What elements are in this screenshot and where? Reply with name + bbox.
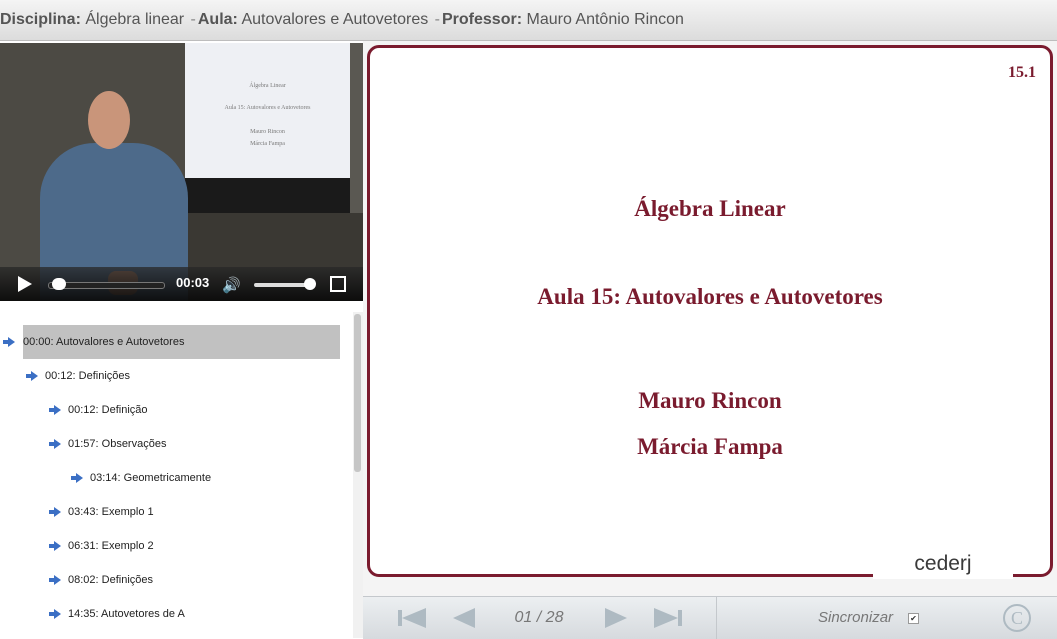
toc-item[interactable]: 00:12: Definições — [0, 359, 340, 393]
left-panel: Álgebra Linear Aula 15: Autovalores e Au… — [0, 41, 363, 638]
arrow-right-icon — [49, 507, 61, 517]
arrow-right-icon — [3, 337, 15, 347]
arrow-right-icon — [71, 473, 83, 483]
page-indicator: 01 / 28 — [514, 609, 564, 626]
toc-item-label: 03:43: Exemplo 1 — [68, 506, 154, 518]
next-icon — [605, 608, 627, 628]
seek-handle[interactable] — [52, 278, 66, 290]
professor-label: Professor: — [442, 11, 523, 28]
lesson-value: Autovalores e Autovetores — [241, 11, 429, 28]
course-header: Disciplina: Álgebra linear - Aula: Autova… — [0, 0, 1057, 41]
toc-item-label: 00:12: Definições — [45, 370, 130, 382]
slide-author: Mauro Rincon — [638, 388, 782, 413]
arrow-right-icon — [26, 371, 38, 381]
arrow-right-icon — [49, 405, 61, 415]
toc-scrollbar[interactable] — [353, 312, 363, 638]
video-player[interactable]: Álgebra Linear Aula 15: Autovalores e Au… — [0, 43, 363, 301]
slide-panel: 15.1 Álgebra Linear Aula 15: Autovalores… — [363, 41, 1057, 639]
toc-item[interactable]: 01:57: Observações — [0, 427, 340, 461]
arrow-right-icon — [49, 439, 61, 449]
last-icon — [654, 608, 678, 628]
slide-subtitle: Aula 15: Autovalores e Autovetores — [537, 284, 883, 309]
toc-item-label: 14:35: Autovetores de A — [68, 608, 185, 620]
sync-checkbox[interactable]: ✔ — [908, 613, 919, 624]
header-separator: - — [434, 11, 440, 28]
first-slide-button[interactable] — [398, 597, 428, 639]
toc-item[interactable]: 00:00: Autovalores e Autovetores — [3, 325, 340, 359]
toc-item-label: 08:02: Definições — [68, 574, 153, 586]
discipline-label: Disciplina: — [0, 11, 81, 28]
projected-author: Márcia Fampa — [250, 141, 285, 147]
volume-handle[interactable] — [304, 278, 317, 290]
arrow-right-icon — [49, 609, 61, 619]
next-slide-button[interactable] — [605, 597, 629, 639]
toc-item[interactable]: 00:12: Definição — [0, 393, 340, 427]
discipline-value: Álgebra linear — [85, 11, 185, 28]
toc-item-label: 00:00: Autovalores e Autovetores — [23, 336, 185, 348]
volume-slider[interactable] — [254, 283, 312, 287]
current-time: 00:03 — [176, 275, 210, 290]
video-controls: 00:03 🔊 — [0, 267, 363, 301]
projected-author: Mauro Rincon — [250, 129, 285, 135]
professor-value: Mauro Antônio Rincon — [526, 11, 684, 28]
last-slide-button[interactable] — [654, 597, 684, 639]
arrow-right-icon — [49, 575, 61, 585]
previous-slide-button[interactable] — [453, 597, 477, 639]
slide-author: Márcia Fampa — [637, 434, 783, 459]
copyright-icon[interactable]: C — [1003, 604, 1031, 632]
presenter-head — [88, 91, 130, 149]
projected-slide: Álgebra Linear Aula 15: Autovalores e Au… — [185, 43, 350, 178]
projected-subtitle: Aula 15: Autovalores e Autovetores — [224, 105, 311, 111]
toc-item[interactable]: 03:43: Exemplo 1 — [0, 495, 340, 529]
toc-item[interactable]: 06:31: Exemplo 2 — [0, 529, 340, 563]
divider — [716, 597, 717, 639]
table-of-contents: 00:00: Autovalores e Autovetores 00:12: D… — [0, 313, 352, 638]
play-icon[interactable] — [18, 276, 32, 292]
arrow-right-icon — [49, 541, 61, 551]
toc-item-label: 06:31: Exemplo 2 — [68, 540, 154, 552]
projected-title: Álgebra Linear — [249, 83, 286, 89]
fullscreen-icon[interactable] — [330, 276, 346, 292]
slide-navigation: 01 / 28 Sincronizar ✔ C — [363, 596, 1057, 639]
slide-title: Álgebra Linear — [634, 196, 786, 221]
cederj-logo: cederj — [873, 549, 1013, 579]
header-separator: - — [190, 11, 196, 28]
toc-item[interactable]: 14:35: Autovetores de A — [0, 597, 340, 631]
previous-icon — [453, 608, 475, 628]
volume-icon[interactable]: 🔊 — [222, 276, 241, 294]
scrollbar-thumb[interactable] — [354, 314, 361, 472]
slide-number: 15.1 — [1008, 64, 1036, 81]
toc-item[interactable]: 08:02: Definições — [0, 563, 340, 597]
lesson-label: Aula: — [197, 11, 238, 28]
first-icon — [402, 608, 426, 628]
toc-item-label: 00:12: Definição — [68, 404, 148, 416]
toc-item-label: 01:57: Observações — [68, 438, 167, 450]
last-icon — [678, 610, 682, 626]
toc-item-label: 03:14: Geometricamente — [90, 472, 212, 484]
sync-label: Sincronizar — [818, 609, 894, 626]
slide-viewer: 15.1 Álgebra Linear Aula 15: Autovalores… — [367, 45, 1053, 577]
toc-item[interactable]: 03:14: Geometricamente — [0, 461, 340, 495]
